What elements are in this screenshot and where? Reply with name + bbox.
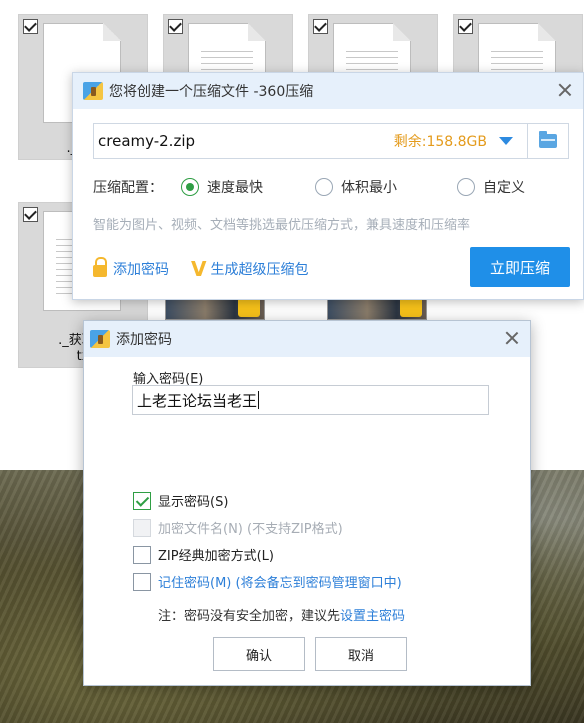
zip-classic-checkbox[interactable] [133, 545, 151, 564]
compress-hint: 智能为图片、视频、文档等挑选最优压缩方式，兼具速度和压缩率 [93, 218, 471, 233]
password-value: 上老王论坛当老王 [137, 391, 258, 410]
remember-password-checkbox[interactable] [133, 572, 151, 591]
password-dialog-titlebar[interactable]: 添加密码 [84, 321, 530, 357]
free-space-label: 剩余:158.8GB [393, 134, 487, 150]
file-checkbox[interactable] [168, 19, 183, 34]
compress-dialog-title: 您将创建一个压缩文件 -360压缩 [109, 84, 314, 100]
file-checkbox[interactable] [458, 19, 473, 34]
radio-button[interactable] [315, 178, 333, 196]
archive-filename[interactable]: creamy-2.zip [94, 132, 394, 150]
compress-extras: 添加密码 V 生成超级压缩包 [93, 257, 308, 281]
text-caret [258, 391, 260, 409]
compress-dialog-titlebar[interactable]: 您将创建一个压缩文件 -360压缩 [73, 73, 583, 109]
radio-button[interactable] [181, 178, 199, 196]
show-password-checkbox[interactable] [133, 491, 151, 510]
confirm-button[interactable]: 确认 [213, 637, 305, 671]
option-custom[interactable]: 自定义 [457, 177, 525, 197]
super-package-link[interactable]: 生成超级压缩包 [210, 259, 308, 279]
lock-icon [93, 257, 107, 277]
password-dialog-title: 添加密码 [116, 332, 172, 348]
add-password-link[interactable]: 添加密码 [113, 259, 169, 279]
close-icon[interactable] [504, 330, 520, 346]
encrypt-filenames-option: 加密文件名(N) (不支持ZIP格式) [133, 518, 343, 537]
option-smallest[interactable]: 体积最小 [315, 177, 457, 197]
file-checkbox[interactable] [313, 19, 328, 34]
360zip-app-icon [90, 330, 110, 348]
vip-v-icon: V [191, 257, 207, 281]
zip-classic-option[interactable]: ZIP经典加密方式(L) [133, 545, 274, 564]
chevron-down-icon[interactable] [499, 137, 513, 145]
security-note: 注：密码没有安全加密，建议先设置主密码 [158, 609, 406, 624]
compress-config-row: 压缩配置： 速度最快 体积最小 自定义 [93, 176, 563, 198]
cancel-button[interactable]: 取消 [315, 637, 407, 671]
360zip-app-icon [83, 82, 103, 100]
config-label: 压缩配置： [93, 180, 163, 196]
folder-icon [539, 131, 557, 148]
file-checkbox[interactable] [23, 19, 38, 34]
browse-folder-button[interactable] [528, 124, 568, 158]
close-icon[interactable] [557, 82, 573, 98]
file-checkbox[interactable] [23, 207, 38, 222]
password-input[interactable]: 上老王论坛当老王 [132, 385, 489, 415]
add-password-dialog: 添加密码 输入密码(E) 上老王论坛当老王 显示密码(S) 加密文件名(N) (… [83, 320, 531, 686]
radio-button[interactable] [457, 178, 475, 196]
option-fastest[interactable]: 速度最快 [181, 177, 315, 197]
archive-path-field[interactable]: creamy-2.zip 剩余:158.8GB [93, 123, 569, 159]
show-password-option[interactable]: 显示密码(S) [133, 491, 228, 510]
compress-dialog: 您将创建一个压缩文件 -360压缩 creamy-2.zip 剩余:158.8G… [72, 72, 584, 300]
set-master-password-link[interactable]: 设置主密码 [340, 609, 405, 624]
remember-password-option[interactable]: 记住密码(M) (将会备忘到密码管理窗口中) [133, 572, 402, 591]
compress-now-button[interactable]: 立即压缩 [470, 247, 570, 287]
encrypt-filenames-checkbox [133, 518, 151, 537]
